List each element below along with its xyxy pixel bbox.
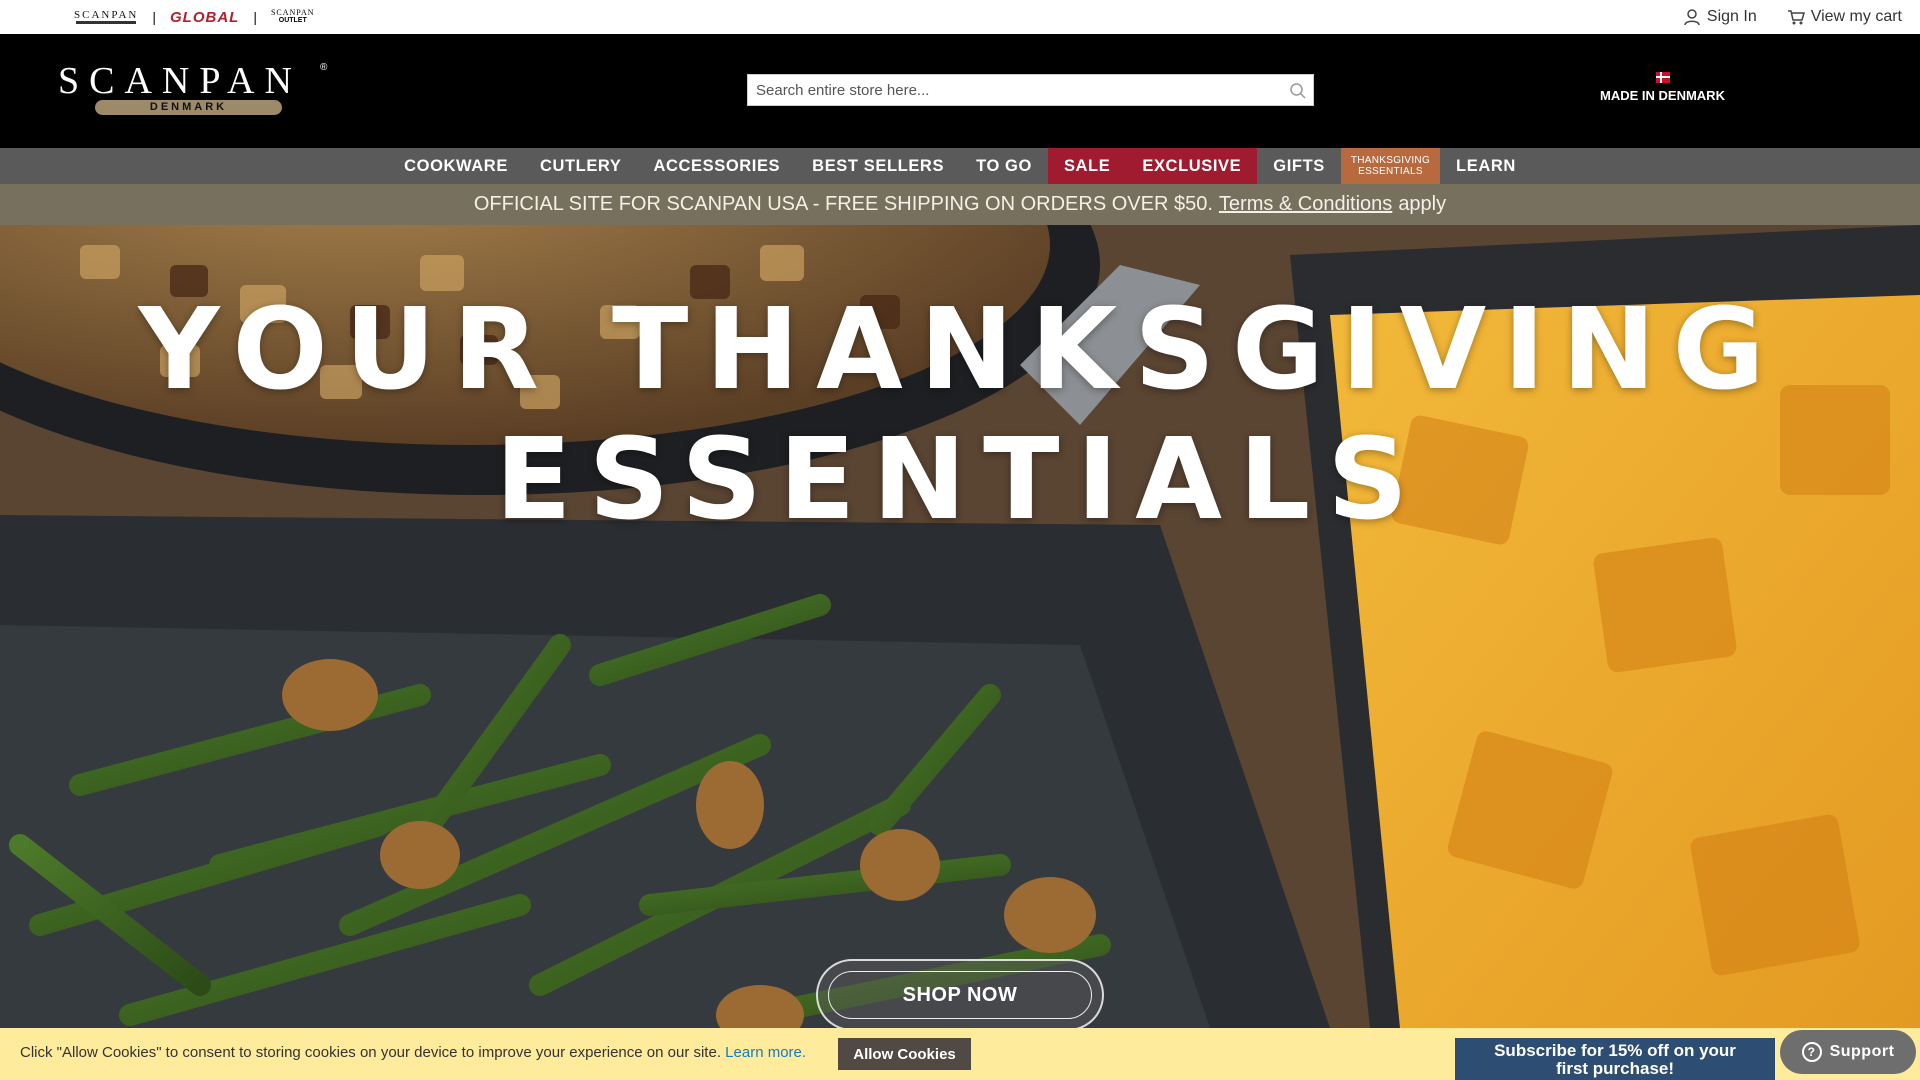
subscribe-line2: first purchase! bbox=[1555, 1059, 1675, 1078]
brand-outlet-bottom: OUTLET bbox=[278, 17, 307, 24]
user-icon bbox=[1684, 9, 1700, 26]
nav-cutlery[interactable]: CUTLERY bbox=[524, 148, 638, 184]
cookie-message: Click "Allow Cookies" to consent to stor… bbox=[20, 1044, 721, 1061]
nav-sale[interactable]: SALE bbox=[1047, 148, 1127, 184]
help-icon: ? bbox=[1801, 1042, 1822, 1062]
support-label: Support bbox=[1829, 1043, 1895, 1060]
brand-global-link[interactable]: GLOBAL bbox=[170, 9, 239, 26]
promo-suffix: apply bbox=[1398, 193, 1447, 215]
search-icon[interactable] bbox=[1289, 82, 1307, 100]
nav-cookware[interactable]: COOKWARE bbox=[388, 148, 524, 184]
cart-icon bbox=[1787, 10, 1805, 25]
brand-links: SCANPAN | GLOBAL | SCANPAN OUTLET bbox=[74, 0, 315, 34]
allow-cookies-button[interactable]: Allow Cookies bbox=[838, 1038, 971, 1070]
brand-separator: | bbox=[253, 9, 257, 25]
nav-gifts[interactable]: GIFTS bbox=[1257, 148, 1341, 184]
brand-scanpan-underline bbox=[76, 21, 137, 24]
promo-text: OFFICIAL SITE FOR SCANPAN USA - FREE SHI… bbox=[473, 193, 1213, 215]
nav-thanksgiving-line1: THANKSGIVING bbox=[1350, 155, 1431, 166]
cart-label: View my cart bbox=[1810, 8, 1902, 25]
account-links: Sign In View my cart bbox=[1683, 0, 1902, 34]
hero-banner: YOUR THANKSGIVING ESSENTIALS SHOP NOW bbox=[0, 225, 1920, 1028]
support-button[interactable]: ? Support bbox=[1780, 1030, 1916, 1074]
scanpan-logo[interactable]: SCANPAN ® DENMARK bbox=[58, 62, 328, 122]
nav-best-sellers[interactable]: BEST SELLERS bbox=[796, 148, 960, 184]
cookie-text-block: Click "Allow Cookies" to consent to stor… bbox=[20, 1044, 806, 1061]
nav-thanksgiving-line2: ESSENTIALS bbox=[1358, 166, 1423, 177]
brand-outlet-top: SCANPAN bbox=[270, 8, 315, 17]
hero-title-line1: YOUR THANKSGIVING bbox=[138, 285, 1782, 415]
promo-banner: OFFICIAL SITE FOR SCANPAN USA - FREE SHI… bbox=[0, 184, 1920, 225]
hero-title: YOUR THANKSGIVING ESSENTIALS bbox=[0, 285, 1920, 545]
made-in-denmark-label: MADE IN DENMARK bbox=[1600, 88, 1725, 103]
brand-scanpan-label: SCANPAN bbox=[74, 9, 139, 21]
nav-thanksgiving-essentials[interactable]: THANKSGIVING ESSENTIALS bbox=[1340, 148, 1441, 184]
logo-subtitle: DENMARK bbox=[95, 100, 282, 115]
site-header: SCANPAN ® DENMARK MADE IN DENMARK bbox=[0, 34, 1920, 148]
subscribe-offer-button[interactable]: Subscribe for 15% off on your first purc… bbox=[1455, 1038, 1775, 1080]
brand-bar: SCANPAN | GLOBAL | SCANPAN OUTLET Sign I… bbox=[0, 0, 1920, 34]
sign-in-link[interactable]: Sign In bbox=[1683, 8, 1757, 26]
nav-exclusive[interactable]: EXCLUSIVE bbox=[1126, 148, 1258, 184]
cookie-learn-more-link[interactable]: Learn more. bbox=[725, 1044, 806, 1061]
search-input[interactable] bbox=[748, 75, 1268, 105]
nav-accessories[interactable]: ACCESSORIES bbox=[637, 148, 796, 184]
nav-learn[interactable]: LEARN bbox=[1440, 148, 1532, 184]
cart-link[interactable]: View my cart bbox=[1787, 8, 1902, 26]
sign-in-label: Sign In bbox=[1706, 8, 1757, 25]
logo-registered-mark: ® bbox=[320, 62, 328, 73]
terms-conditions-link[interactable]: Terms & Conditions bbox=[1219, 193, 1392, 216]
denmark-flag-icon bbox=[1655, 72, 1670, 83]
brand-outlet-link[interactable]: SCANPAN OUTLET bbox=[271, 9, 315, 25]
brand-separator: | bbox=[152, 9, 156, 25]
main-nav: COOKWARE CUTLERY ACCESSORIES BEST SELLER… bbox=[0, 148, 1920, 184]
subscribe-line1: Subscribe for 15% off on your bbox=[1494, 1041, 1736, 1060]
brand-scanpan-link[interactable]: SCANPAN bbox=[74, 10, 138, 24]
shop-now-button[interactable]: SHOP NOW bbox=[816, 959, 1104, 1028]
hero-title-line2: ESSENTIALS bbox=[495, 415, 1425, 545]
nav-to-go[interactable]: TO GO bbox=[960, 148, 1048, 184]
search-box bbox=[747, 74, 1314, 106]
logo-wordmark: SCANPAN bbox=[58, 60, 302, 102]
made-in-denmark: MADE IN DENMARK bbox=[1590, 72, 1735, 103]
shop-now-label: SHOP NOW bbox=[828, 971, 1092, 1019]
